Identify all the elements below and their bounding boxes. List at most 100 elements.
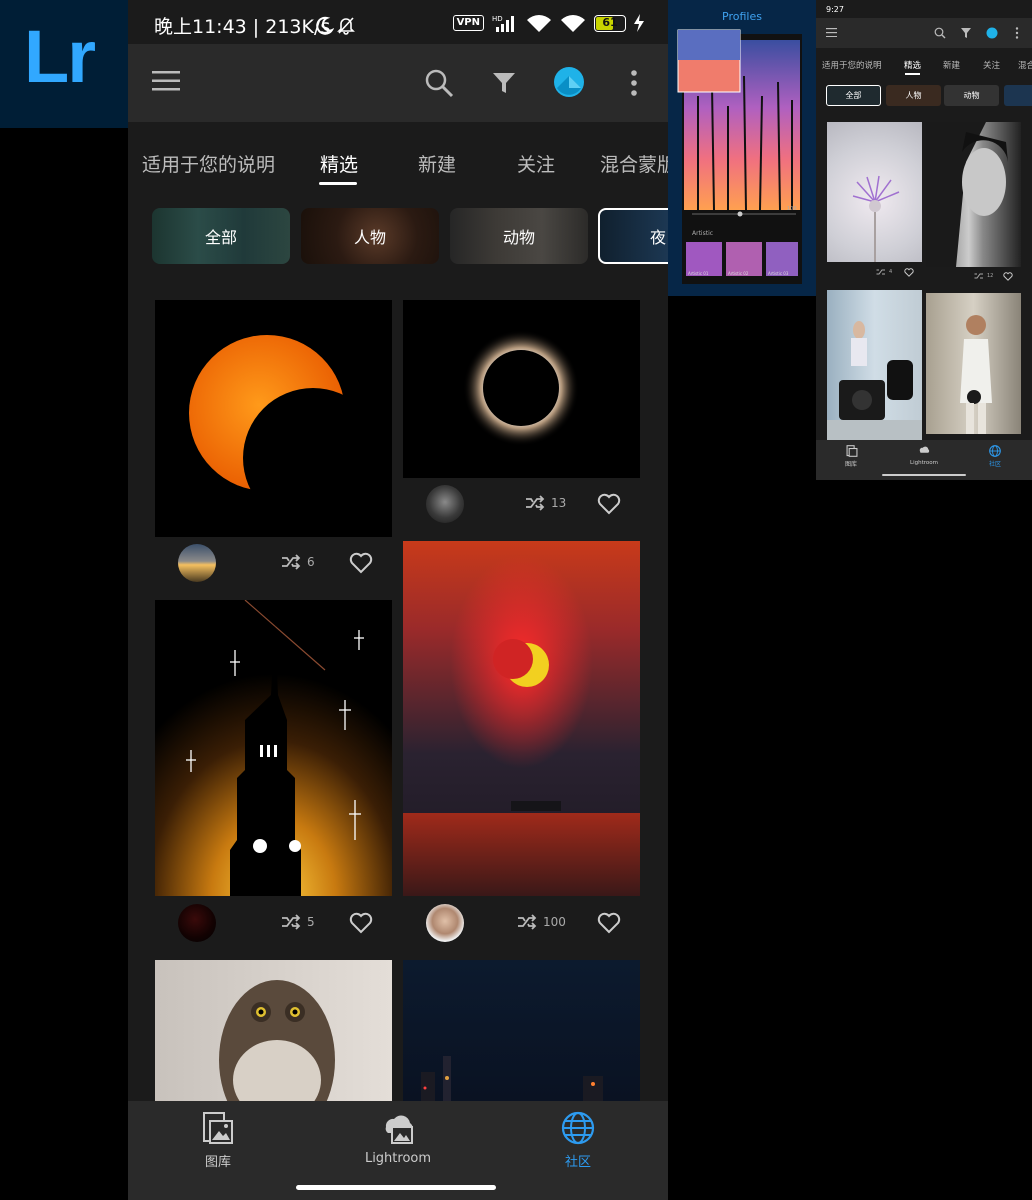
- moon-icon: [316, 16, 334, 35]
- small-tab-new[interactable]: 新建: [943, 59, 960, 71]
- svg-text:HD: HD: [492, 15, 503, 23]
- small-photo-portrait[interactable]: [926, 122, 1021, 267]
- author-avatar[interactable]: [178, 904, 216, 942]
- small-heart-icon-2[interactable]: [1003, 272, 1013, 281]
- logo-text: Lr: [24, 15, 96, 98]
- status-time: 晚上11:43 | 213K/s: [154, 16, 331, 38]
- small-remix-icon: [876, 269, 885, 275]
- filter-icon[interactable]: [492, 71, 516, 95]
- profile-avatar[interactable]: [553, 66, 585, 98]
- author-avatar[interactable]: [426, 485, 464, 523]
- small-remix-icon-2: [974, 273, 983, 279]
- heart-icon[interactable]: [349, 912, 373, 934]
- remix-count[interactable]: 13: [525, 495, 566, 511]
- profiles-panel: Profiles Artistic 100 Artistic 01 Artist…: [668, 0, 816, 296]
- profiles-group-label: Artistic: [692, 230, 714, 237]
- woman-image: [960, 315, 992, 434]
- remix-icon: [526, 495, 545, 511]
- small-photo-woman[interactable]: [926, 293, 1021, 434]
- small-photo-camera[interactable]: [827, 290, 922, 440]
- library-icon: [203, 1112, 233, 1144]
- small-filter-icon[interactable]: [961, 28, 971, 38]
- search-icon[interactable]: [424, 68, 454, 98]
- small-profile-avatar[interactable]: [986, 27, 998, 39]
- small-chip-people[interactable]: 人物: [886, 85, 941, 106]
- church-night-image: [155, 600, 392, 896]
- photo-partial-eclipse[interactable]: [155, 300, 392, 537]
- tab-mixed-mask[interactable]: 混合蒙版: [600, 150, 668, 177]
- tab-featured[interactable]: 精选: [320, 150, 358, 177]
- active-tab-indicator: [319, 182, 357, 185]
- chip-all[interactable]: 全部: [152, 208, 290, 264]
- more-icon[interactable]: [630, 70, 638, 96]
- bottom-navigation: 图库 Lightroom 社区: [128, 1101, 668, 1200]
- remix-icon: [282, 914, 301, 930]
- small-photo-flower[interactable]: [827, 122, 922, 262]
- battery-indicator: 61: [594, 14, 626, 32]
- heart-icon[interactable]: [349, 552, 373, 574]
- small-chip-all[interactable]: 全部: [826, 85, 881, 106]
- profile-thumb-label-1: Artistic 01: [688, 271, 709, 276]
- small-search-icon[interactable]: [934, 27, 946, 39]
- small-nav-lightroom[interactable]: Lightroom: [910, 460, 938, 466]
- small-tab-following[interactable]: 关注: [983, 59, 1000, 71]
- tab-following[interactable]: 关注: [517, 150, 555, 177]
- main-phone-screen: 晚上11:43 | 213K/s VPN HD 61 适用于您的说明 精选 新建…: [128, 0, 668, 1200]
- wifi-icon-2: [561, 15, 585, 32]
- lightroom-cloud-icon: [385, 1115, 413, 1144]
- camera-image: [827, 321, 922, 440]
- small-heart-icon[interactable]: [904, 268, 914, 277]
- small-tab-indicator: [905, 73, 920, 75]
- night-city-image: [421, 1056, 603, 1101]
- chip-night[interactable]: 夜: [598, 208, 668, 264]
- small-toolbar: [816, 18, 1032, 48]
- card-footer: 13: [403, 479, 640, 529]
- small-library-icon[interactable]: [846, 445, 858, 457]
- owl-image: [219, 980, 335, 1101]
- photo-total-eclipse[interactable]: [403, 300, 640, 478]
- profiles-preview: [677, 29, 802, 284]
- small-chip-night[interactable]: 夜: [1004, 85, 1032, 106]
- small-tab-mixed[interactable]: 混合: [1018, 59, 1032, 71]
- small-menu-icon[interactable]: [826, 28, 837, 37]
- mute-bell-icon: [337, 17, 355, 35]
- small-nav-library[interactable]: 图库: [845, 459, 857, 468]
- card-footer: 5: [155, 898, 392, 948]
- total-eclipse-image: [463, 330, 579, 446]
- author-avatar[interactable]: [178, 544, 216, 582]
- small-tab-for-you[interactable]: 适用于您的说明: [822, 59, 882, 71]
- author-avatar[interactable]: [426, 904, 464, 942]
- tab-for-you[interactable]: 适用于您的说明: [142, 150, 275, 177]
- nav-community[interactable]: 社区: [518, 1111, 638, 1170]
- small-chip-animals[interactable]: 动物: [944, 85, 999, 106]
- photo-church-night[interactable]: [155, 600, 392, 896]
- small-more-icon[interactable]: [1015, 27, 1019, 39]
- chip-night-label: 夜: [650, 228, 667, 247]
- photo-night-city[interactable]: [403, 960, 640, 1101]
- remix-icon: [282, 554, 301, 570]
- chip-animals-label: 动物: [502, 228, 535, 247]
- heart-icon[interactable]: [597, 493, 621, 515]
- photo-red-eclipse[interactable]: [403, 541, 640, 896]
- app-toolbar: [128, 44, 668, 122]
- chip-people[interactable]: 人物: [301, 208, 439, 264]
- chip-animals[interactable]: 动物: [450, 208, 588, 264]
- photo-owl[interactable]: [155, 960, 392, 1101]
- nav-lightroom[interactable]: Lightroom: [338, 1111, 458, 1166]
- small-nav-community[interactable]: 社区: [989, 459, 1001, 468]
- menu-icon[interactable]: [152, 70, 180, 92]
- small-lightroom-icon[interactable]: [917, 445, 931, 457]
- globe-icon: [561, 1111, 595, 1145]
- secondary-phone-screen: 9:27 适用于您的说明 精选 新建 关注 混合 全部 人物 动物 夜 4 12…: [816, 0, 1032, 480]
- remix-count[interactable]: 6: [281, 554, 315, 570]
- small-tab-featured[interactable]: 精选: [904, 59, 921, 71]
- small-globe-icon[interactable]: [989, 445, 1001, 457]
- small-bottom-nav: 图库 Lightroom 社区: [816, 440, 1032, 480]
- category-tabs: 适用于您的说明 精选 新建 关注 混合蒙版: [128, 122, 668, 200]
- tab-new[interactable]: 新建: [418, 150, 456, 177]
- partial-eclipse-image: [189, 335, 383, 528]
- nav-library[interactable]: 图库: [158, 1111, 278, 1170]
- remix-count[interactable]: 5: [281, 914, 315, 930]
- remix-count[interactable]: 100: [517, 914, 566, 930]
- heart-icon[interactable]: [597, 912, 621, 934]
